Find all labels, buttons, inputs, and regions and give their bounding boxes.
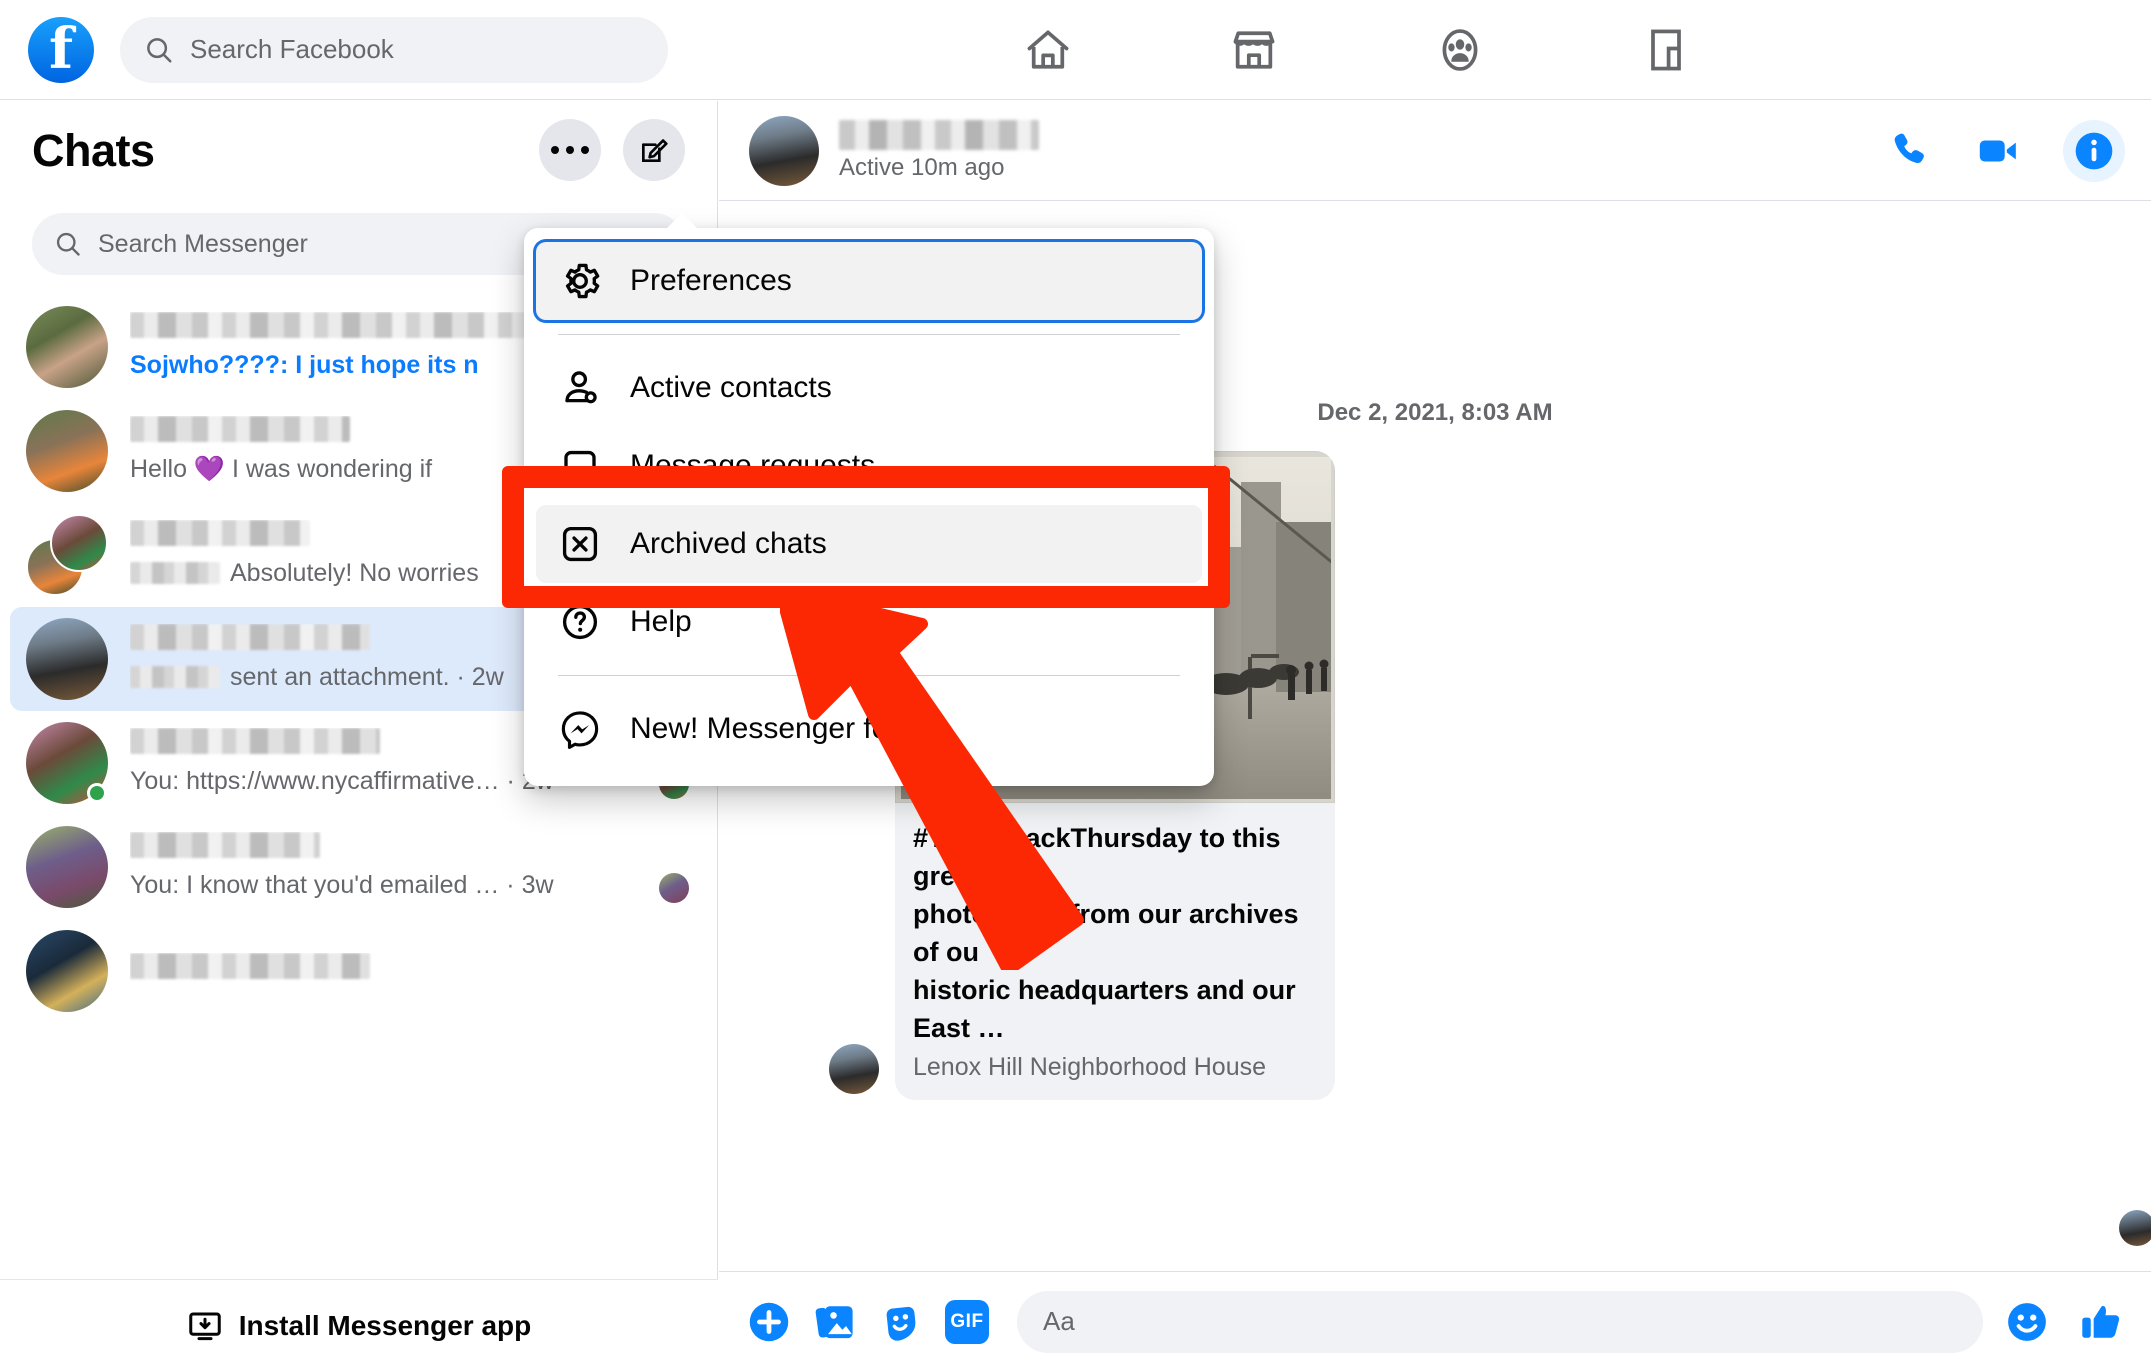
options-button[interactable]	[539, 119, 601, 181]
active-status: Active 10m ago	[839, 153, 1005, 181]
menu-item-new-messenger[interactable]: New! Messenger for	[536, 690, 1202, 768]
question-circle-icon	[558, 600, 602, 644]
sender-name-redacted	[130, 562, 220, 584]
menu-item-label: Archived chats	[630, 527, 827, 560]
menu-item-label: New! Messenger for	[630, 712, 899, 745]
emoji-icon[interactable]	[2005, 1300, 2049, 1344]
menu-item-label: Message requests	[630, 449, 876, 482]
avatar	[829, 1044, 879, 1094]
photo-icon[interactable]	[813, 1300, 857, 1344]
attachment-source: Lenox Hill Neighborhood House	[913, 1053, 1267, 1081]
message-input[interactable]: Aa	[1017, 1290, 1983, 1353]
gif-icon[interactable]: GIF	[945, 1299, 989, 1344]
menu-divider	[558, 675, 1180, 676]
menu-item-archived-chats[interactable]: Archived chats	[536, 505, 1202, 583]
menu-item-label: Help	[630, 605, 692, 638]
compose-icon	[642, 139, 668, 162]
messenger-app: Search Facebook	[0, 0, 2151, 1371]
list-item[interactable]: You: I know that you'd emailed … · 3w	[10, 815, 707, 919]
avatar	[26, 826, 108, 908]
menu-item-active-contacts[interactable]: Active contacts	[536, 349, 1202, 427]
menu-item-label: Active contacts	[630, 371, 832, 404]
conversation-name-redacted	[839, 119, 1039, 150]
conversation-meta: Active 10m ago	[839, 119, 1039, 182]
read-receipt-avatar	[2119, 1210, 2151, 1246]
menu-item-message-requests[interactable]: Message requests	[536, 427, 1202, 505]
message-bubble-icon	[558, 444, 602, 488]
menu-divider	[558, 334, 1180, 335]
facebook-search-box[interactable]: Search Facebook	[120, 16, 668, 83]
avatar	[26, 514, 108, 596]
marketplace-icon[interactable]	[1226, 22, 1282, 78]
conversation-actions	[1887, 119, 2125, 182]
avatar	[26, 618, 108, 700]
attachment-caption: #ThrowbackThursday to this gre photograph…	[895, 803, 1335, 1100]
new-message-button[interactable]	[623, 119, 685, 181]
install-messenger-app-label: Install Messenger app	[238, 1309, 532, 1341]
facebook-logo-icon[interactable]	[28, 16, 94, 83]
menu-item-label: Preferences	[630, 264, 792, 297]
conversation-info-icon[interactable]	[2063, 119, 2125, 182]
online-status-dot	[87, 783, 107, 803]
message-input-placeholder: Aa	[1043, 1306, 1075, 1336]
menu-item-help[interactable]: Help	[536, 583, 1202, 661]
facebook-search-placeholder: Search Facebook	[190, 34, 394, 64]
sticker-icon[interactable]	[879, 1300, 923, 1344]
messenger-icon	[558, 707, 602, 751]
list-item[interactable]	[10, 919, 707, 1023]
options-dropdown-menu: Preferences Active contacts Message requ…	[524, 213, 1214, 786]
groups-icon[interactable]	[1432, 22, 1488, 78]
add-attachment-icon[interactable]	[747, 1300, 791, 1344]
contact-name-redacted	[130, 728, 380, 754]
contact-name-redacted	[130, 953, 370, 979]
audio-call-icon[interactable]	[1887, 128, 1933, 174]
search-icon	[56, 232, 80, 256]
search-icon	[147, 37, 172, 62]
gear-icon	[558, 259, 602, 303]
read-receipt-avatar	[659, 873, 689, 903]
sidebar-header: Chats	[0, 101, 717, 201]
avatar	[26, 722, 108, 804]
facebook-top-bar: Search Facebook	[0, 0, 2151, 100]
page-title: Chats	[32, 125, 155, 176]
message-composer: GIF Aa	[719, 1271, 2151, 1371]
sender-name-redacted	[130, 666, 220, 688]
facebook-nav-icons	[1020, 0, 1694, 100]
contact-name-redacted	[130, 832, 320, 858]
contact-name-redacted	[130, 624, 370, 650]
person-icon	[558, 366, 602, 410]
list-item-snippet: You: I know that you'd emailed … · 3w	[130, 871, 554, 899]
menu-item-preferences[interactable]: Preferences	[536, 242, 1202, 320]
avatar	[26, 306, 108, 388]
install-messenger-app-button[interactable]: Install Messenger app	[0, 1279, 718, 1371]
ellipsis-icon	[551, 146, 589, 154]
attachment-title: #ThrowbackThursday to this gre photograph…	[913, 823, 1299, 1043]
contact-name-redacted	[130, 520, 310, 546]
gif-label: GIF	[945, 1299, 989, 1344]
install-monitor-icon	[188, 1312, 221, 1340]
home-icon[interactable]	[1020, 22, 1076, 78]
gaming-icon[interactable]	[1638, 22, 1694, 78]
thumbs-up-icon[interactable]	[2079, 1300, 2123, 1344]
conversation-header: Active 10m ago	[719, 101, 2151, 201]
search-messenger-placeholder: Search Messenger	[98, 229, 308, 258]
avatar	[26, 930, 108, 1012]
avatar[interactable]	[749, 115, 819, 186]
contact-name-redacted	[130, 416, 350, 442]
video-call-icon[interactable]	[1975, 128, 2021, 174]
sidebar-header-buttons	[539, 119, 685, 181]
avatar	[26, 410, 108, 492]
archive-x-icon	[558, 522, 602, 566]
